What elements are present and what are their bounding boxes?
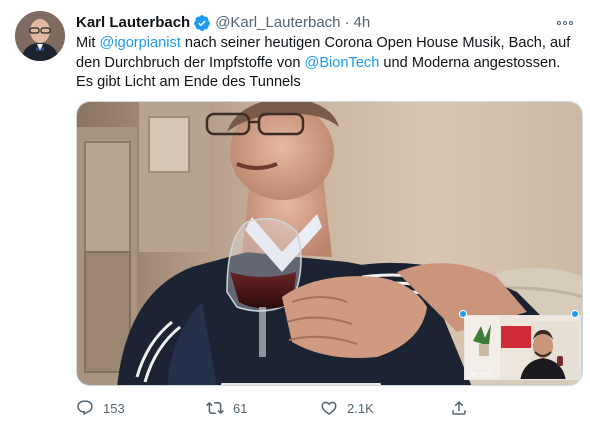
retweet-button[interactable]: 61 [206,399,316,417]
mention-biontech[interactable]: @BionTech [305,55,380,71]
author-handle[interactable]: @Karl_Lauterbach [215,13,340,33]
more-options-icon[interactable] [554,12,576,34]
reply-icon [77,400,93,416]
tweet-text: Mit @igorpianist nach seiner heutigen Co… [76,34,576,93]
like-button[interactable]: 2.1K [320,399,430,417]
retweet-icon [206,401,224,415]
mention-igorpianist[interactable]: @igorpianist [100,35,181,51]
verified-badge-icon [193,14,211,32]
video-progress-bar[interactable] [221,383,381,385]
tweet[interactable]: Karl Lauterbach @Karl_Lauterbach · 4h Mi… [0,0,590,424]
tweet-video[interactable]: Igor Levit [76,101,583,386]
tweet-text-segment: Mit [76,35,100,51]
avatar[interactable] [15,11,65,61]
author-name[interactable]: Karl Lauterbach [76,13,190,33]
tweet-actions: 153 61 2.1K [76,396,506,420]
reply-count: 153 [103,400,125,416]
inset-handle-right[interactable] [571,310,579,318]
inset-label: Igor Levit [470,372,492,377]
separator-dot: · [344,14,350,31]
timestamp[interactable]: 4h [354,13,371,33]
retweet-count: 61 [233,400,248,416]
reply-button[interactable]: 153 [76,399,186,417]
video-call-inset: Igor Levit [464,315,581,380]
inset-handle-left[interactable] [459,310,467,318]
share-button[interactable] [450,399,490,417]
share-icon [452,400,466,415]
like-count: 2.1K [347,400,374,416]
like-icon [321,401,337,415]
tweet-header: Karl Lauterbach @Karl_Lauterbach · 4h [76,12,576,34]
